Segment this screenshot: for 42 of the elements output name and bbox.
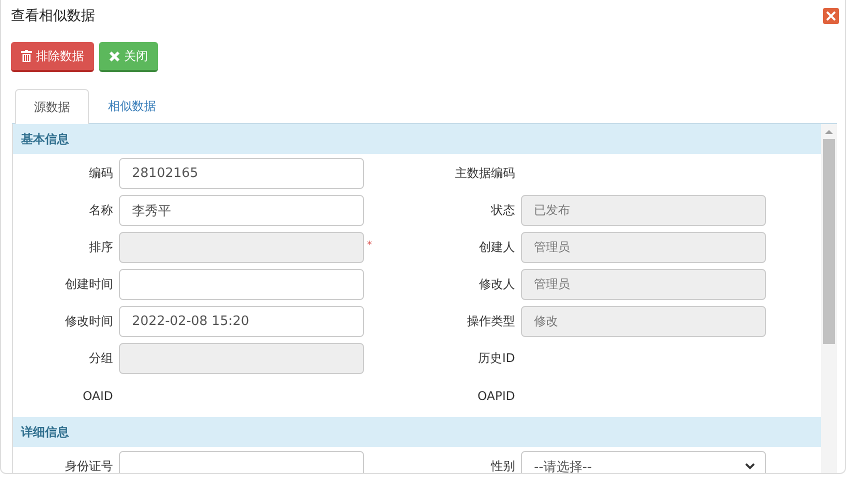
section-header: 基本信息 xyxy=(13,124,821,154)
field-label: 性别 xyxy=(490,458,515,473)
input-field[interactable] xyxy=(119,451,364,473)
input-field[interactable]: 管理员 xyxy=(521,269,766,300)
field-label: OAID xyxy=(82,388,113,402)
input-field[interactable]: 28102165 xyxy=(119,158,364,189)
input-field[interactable] xyxy=(119,232,364,263)
field-label: 主数据编码 xyxy=(454,165,515,182)
field-label: 分组 xyxy=(88,350,113,367)
window-title: 查看相似数据 xyxy=(11,7,95,25)
field-label: 排序 xyxy=(88,239,113,256)
field-label: 状态 xyxy=(490,202,515,219)
field-label: 操作类型 xyxy=(466,313,515,330)
field-label: 名称 xyxy=(88,202,113,219)
input-field[interactable]: 李秀平 xyxy=(119,195,364,226)
field-label: 历史ID xyxy=(477,350,515,367)
close-icon[interactable] xyxy=(823,8,839,24)
field-label: OAPID xyxy=(476,388,515,402)
input-field[interactable]: 已发布 xyxy=(521,195,766,226)
field-label: 编码 xyxy=(88,165,113,182)
scroll-up-icon[interactable] xyxy=(825,129,833,135)
field-label: 修改时间 xyxy=(64,313,113,330)
delete-button[interactable]: 排除数据 xyxy=(11,42,94,72)
scrollbar[interactable] xyxy=(821,124,837,473)
tab[interactable]: 源数据 xyxy=(15,89,89,124)
tab[interactable]: 相似数据 xyxy=(89,89,175,123)
chevron-down-icon xyxy=(745,463,755,470)
input-field[interactable] xyxy=(119,343,364,374)
close-button[interactable]: 关闭 xyxy=(99,42,158,72)
input-field[interactable]: 管理员 xyxy=(521,232,766,263)
field-label: 创建人 xyxy=(478,239,515,256)
input-field[interactable] xyxy=(119,269,364,300)
section-header: 详细信息 xyxy=(13,417,821,447)
trash-icon xyxy=(21,50,32,62)
field-label: 身份证号 xyxy=(64,458,113,473)
select-field[interactable]: --请选择-- xyxy=(521,451,766,473)
required-mark: * xyxy=(367,240,372,251)
input-field[interactable]: 修改 xyxy=(521,306,766,337)
field-label: 创建时间 xyxy=(64,276,113,293)
input-field[interactable]: 2022-02-08 15:20 xyxy=(119,306,364,337)
field-label: 修改人 xyxy=(478,276,515,293)
close-icon xyxy=(109,50,120,62)
